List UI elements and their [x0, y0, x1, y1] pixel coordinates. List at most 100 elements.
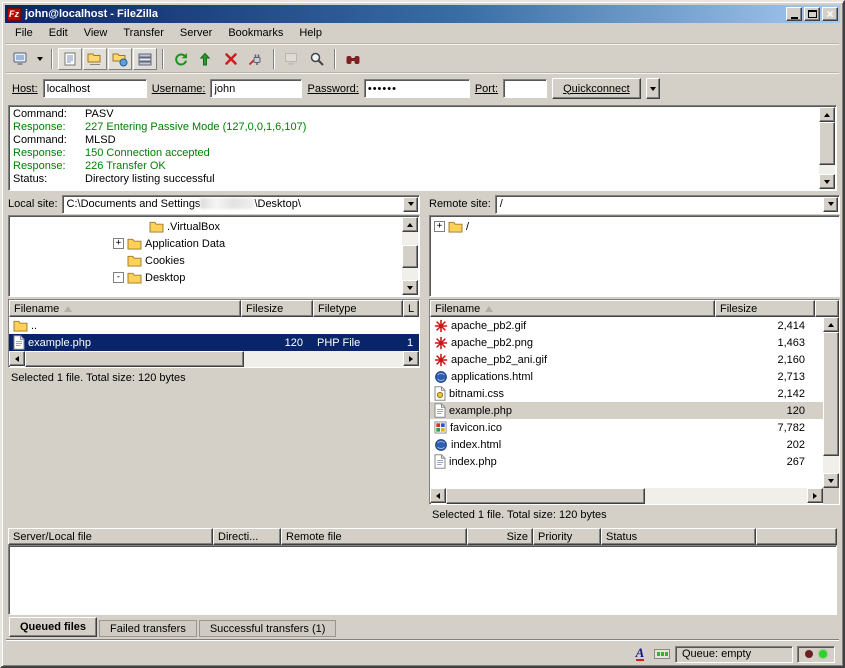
file-search-button[interactable]	[305, 48, 329, 70]
file-row[interactable]: index.php267	[430, 453, 823, 470]
column-header-filename[interactable]: Filename	[430, 300, 715, 317]
password-label: Password:	[307, 83, 358, 95]
reconnect-button[interactable]	[280, 48, 304, 70]
column-header-lastmodified[interactable]: L	[403, 300, 419, 317]
scroll-left-button[interactable]	[430, 488, 446, 503]
scrollbar-thumb[interactable]	[819, 122, 835, 165]
username-input[interactable]	[210, 79, 302, 98]
menu-bookmarks[interactable]: Bookmarks	[220, 24, 291, 42]
remote-vertical-scrollbar[interactable]	[823, 317, 839, 488]
column-header-status[interactable]: Status	[601, 528, 756, 545]
quickconnect-button[interactable]: Quickconnect	[552, 78, 641, 99]
toggle-remote-tree-button[interactable]	[108, 48, 132, 70]
file-row[interactable]: favicon.ico7,782	[430, 419, 823, 436]
local-site-dropdown-button[interactable]	[403, 197, 418, 212]
menu-server[interactable]: Server	[172, 24, 220, 42]
tab-successful-transfers[interactable]: Successful transfers (1)	[199, 620, 337, 637]
scroll-right-button[interactable]	[403, 351, 419, 366]
scrollbar-thumb[interactable]	[823, 332, 839, 456]
log-vertical-scrollbar[interactable]	[819, 107, 835, 189]
file-row[interactable]: example.php120	[430, 402, 823, 419]
column-header-priority[interactable]: Priority	[533, 528, 601, 545]
menu-help[interactable]: Help	[291, 24, 330, 42]
scrollbar-track[interactable]	[446, 488, 807, 504]
scroll-left-button[interactable]	[9, 351, 25, 366]
tree-item[interactable]: +Application Data	[9, 235, 401, 252]
column-header-server-local-file[interactable]: Server/Local file	[8, 528, 213, 545]
tree-expander[interactable]: -	[113, 272, 124, 283]
file-row[interactable]: apache_pb2_ani.gif2,160	[430, 351, 823, 368]
tree-expander[interactable]: +	[434, 221, 445, 232]
scroll-down-button[interactable]	[819, 174, 835, 189]
process-queue-button[interactable]	[194, 48, 218, 70]
column-header-filename[interactable]: Filename	[9, 300, 241, 317]
scroll-up-button[interactable]	[819, 107, 835, 122]
tab-failed-transfers[interactable]: Failed transfers	[99, 620, 197, 637]
column-header-size[interactable]: Size	[467, 528, 533, 545]
tree-item[interactable]: +/	[430, 218, 821, 235]
host-input[interactable]	[43, 79, 147, 98]
toolbar-separator	[273, 49, 275, 69]
scrollbar-thumb[interactable]	[402, 245, 418, 267]
tree-item[interactable]: -Desktop	[9, 269, 401, 286]
tab-queued-files[interactable]: Queued files	[9, 617, 97, 637]
filesize-cell: 120	[715, 402, 815, 419]
tree-expander[interactable]: +	[113, 238, 124, 249]
port-input[interactable]	[503, 79, 547, 98]
remote-site-combo[interactable]: /	[495, 195, 840, 214]
close-button[interactable]: ×	[822, 7, 838, 21]
toggle-log-button[interactable]	[58, 48, 82, 70]
filesize-cell: 2,142	[715, 385, 815, 402]
file-row[interactable]: bitnami.css2,142	[430, 385, 823, 402]
scrollbar-track[interactable]	[819, 122, 835, 174]
file-row[interactable]: example.php120PHP File1	[9, 334, 419, 351]
scrollbar-track[interactable]	[402, 232, 418, 280]
titlebar[interactable]: Fz john@localhost - FileZilla ×	[5, 5, 840, 23]
remote-horizontal-scrollbar[interactable]	[430, 488, 839, 504]
scroll-right-button[interactable]	[807, 488, 823, 503]
local-horizontal-scrollbar[interactable]	[9, 351, 419, 367]
column-header-filetype[interactable]: Filetype	[313, 300, 403, 317]
site-manager-button[interactable]	[9, 48, 33, 70]
file-row[interactable]: ..	[9, 317, 419, 334]
file-row[interactable]: apache_pb2.png1,463	[430, 334, 823, 351]
refresh-button[interactable]	[169, 48, 193, 70]
file-row[interactable]: index.html202	[430, 436, 823, 453]
cancel-button[interactable]	[219, 48, 243, 70]
scrollbar-track[interactable]	[25, 351, 403, 367]
menu-view[interactable]: View	[76, 24, 116, 42]
menu-edit[interactable]: Edit	[41, 24, 76, 42]
column-header-remote-file[interactable]: Remote file	[281, 528, 467, 545]
scroll-down-button[interactable]	[402, 280, 418, 295]
scrollbar-track[interactable]	[823, 332, 839, 473]
minimize-button[interactable]	[786, 7, 802, 21]
speed-limits-icon[interactable]	[653, 646, 671, 662]
quickconnect-dropdown-button[interactable]	[646, 78, 660, 99]
scroll-up-button[interactable]	[823, 317, 839, 332]
ascii-mode-icon[interactable]: A	[631, 646, 649, 662]
column-header-filesize[interactable]: Filesize	[241, 300, 313, 317]
scrollbar-thumb[interactable]	[25, 351, 244, 367]
local-tree-scrollbar[interactable]	[402, 217, 418, 295]
password-input[interactable]	[364, 79, 470, 98]
toggle-local-tree-button[interactable]	[83, 48, 107, 70]
local-site-combo[interactable]: C:\Documents and Settings\Desktop\	[62, 195, 420, 214]
menu-transfer[interactable]: Transfer	[115, 24, 172, 42]
maximize-button[interactable]	[804, 7, 820, 21]
column-header-filesize[interactable]: Filesize	[715, 300, 815, 317]
disconnect-button[interactable]	[244, 48, 268, 70]
directory-compare-button[interactable]	[341, 48, 365, 70]
column-header-direction[interactable]: Directi...	[213, 528, 281, 545]
toggle-queue-button[interactable]	[133, 48, 157, 70]
scrollbar-thumb[interactable]	[446, 488, 645, 504]
file-row[interactable]: apache_pb2.gif2,414	[430, 317, 823, 334]
scroll-up-button[interactable]	[402, 217, 418, 232]
file-row[interactable]: applications.html2,713	[430, 368, 823, 385]
scroll-down-button[interactable]	[823, 473, 839, 488]
remote-tree-toggle-icon	[112, 51, 128, 67]
tree-item[interactable]: Cookies	[9, 252, 401, 269]
tree-item[interactable]: .VirtualBox	[9, 218, 401, 235]
menu-file[interactable]: File	[7, 24, 41, 42]
remote-site-dropdown-button[interactable]	[823, 197, 838, 212]
site-manager-dropdown-button[interactable]	[34, 48, 46, 70]
